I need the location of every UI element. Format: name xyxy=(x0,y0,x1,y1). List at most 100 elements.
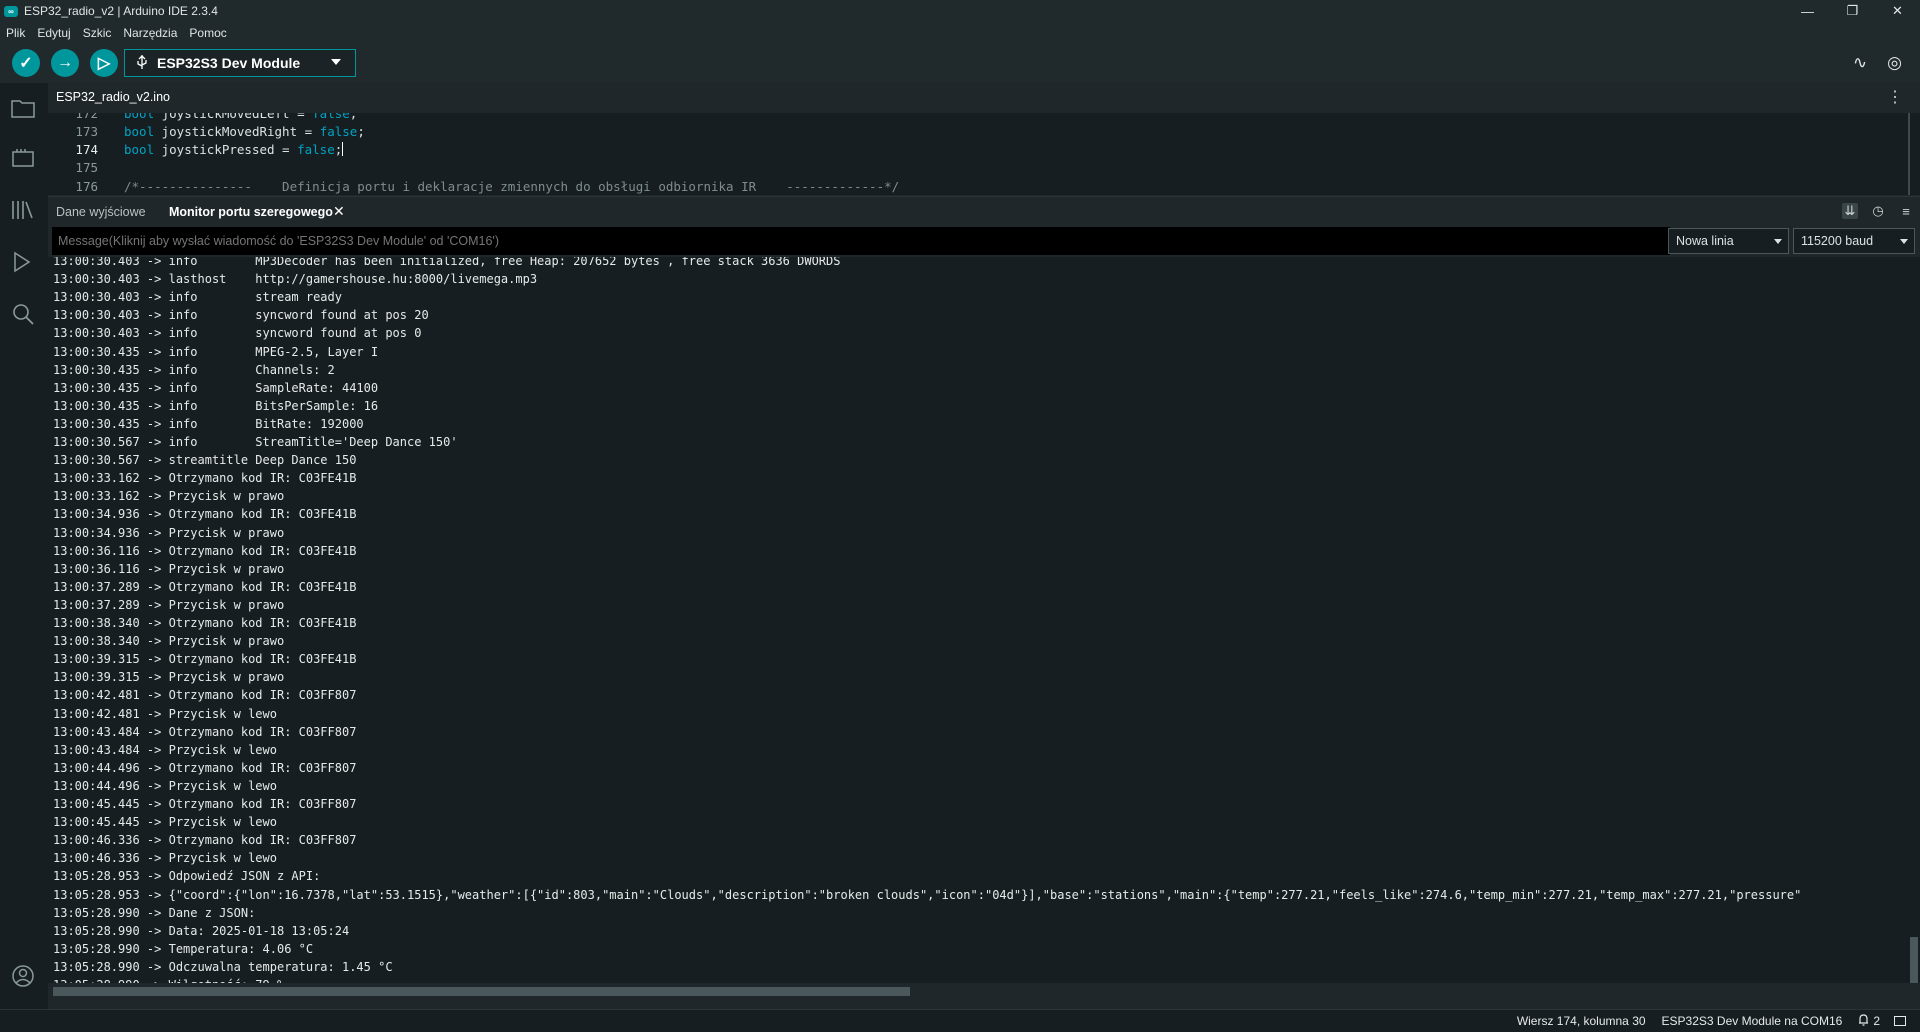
close-icon[interactable]: ✕ xyxy=(333,203,345,220)
code-text: ; xyxy=(349,113,358,121)
log-line: 13:05:28.990 -> Dane z JSON: xyxy=(53,905,256,920)
code-editor[interactable]: 172 bool joystickMovedLeft = false; 173 … xyxy=(48,113,1920,195)
line-number: 175 xyxy=(75,160,98,175)
vertical-scrollbar[interactable] xyxy=(1910,937,1918,983)
log-line: 13:00:38.340 -> Otrzymano kod IR: C03FE4… xyxy=(53,616,357,630)
log-line: 13:00:37.289 -> Otrzymano kod IR: C03FE4… xyxy=(53,579,357,594)
tab-serial-monitor[interactable]: Monitor portu szeregowego xyxy=(169,205,333,219)
more-actions-icon[interactable]: ⋮ xyxy=(1887,87,1904,107)
line-number: 172 xyxy=(75,113,98,121)
editor-scrollbar[interactable] xyxy=(1908,113,1910,195)
code-line: 176 /*--------------- Definicja portu i … xyxy=(48,179,1918,195)
log-line: 13:05:28.990 -> Odczuwalna temperatura: … xyxy=(53,959,393,974)
log-line: 13:00:33.162 -> Przycisk w prawo xyxy=(53,489,285,504)
folder-icon[interactable] xyxy=(10,95,36,121)
log-line: 13:00:46.336 -> Przycisk w lewo xyxy=(53,851,277,866)
log-line: 13:00:38.340 -> Przycisk w prawo xyxy=(53,634,285,649)
log-line: 13:00:30.435 -> info MPEG-2.5, Layer I xyxy=(53,344,379,359)
baud-rate-value: 115200 baud xyxy=(1801,234,1874,248)
menu-plik[interactable]: Plik xyxy=(6,26,25,40)
menu-bar: Plik Edytuj Szkic Narzędzia Pomoc xyxy=(0,22,1920,43)
code-line-current: 174 bool joystickPressed = false; xyxy=(48,142,1918,160)
code-line: 173 bool joystickMovedRight = false; xyxy=(48,124,1918,142)
activity-sidebar xyxy=(0,83,46,1009)
log-line: 13:05:28.990 -> Data: 2025-01-18 13:05:2… xyxy=(53,923,350,938)
toolbar: ✓ → ▷ ESP32S3 Dev Module ∿ ◎ xyxy=(0,43,1920,83)
log-line: 13:00:30.403 -> info stream ready xyxy=(53,290,342,305)
board-manager-icon[interactable] xyxy=(10,145,36,171)
debug-button[interactable]: ▷ xyxy=(90,49,118,77)
bottom-panel-tabs: Dane wyjściowe Monitor portu szeregowego… xyxy=(48,196,1920,224)
baud-rate-select[interactable]: 115200 baud xyxy=(1793,228,1915,254)
keyword: bool xyxy=(124,142,155,157)
log-line: 13:00:30.403 -> lasthost http://gamersho… xyxy=(53,272,538,287)
code-text: joystickPressed = xyxy=(154,142,298,157)
account-icon[interactable] xyxy=(10,963,36,989)
usb-icon xyxy=(137,54,147,72)
board-selector[interactable]: ESP32S3 Dev Module xyxy=(124,49,356,77)
menu-edytuj[interactable]: Edytuj xyxy=(37,26,70,40)
terminal-icon[interactable] xyxy=(1894,1016,1906,1026)
title-bar: ∞ ESP32_radio_v2 | Arduino IDE 2.3.4 — ❐… xyxy=(0,0,1920,22)
log-line: 13:00:44.496 -> Otrzymano kod IR: C03FF8… xyxy=(53,760,357,775)
notifications-button[interactable]: 2 xyxy=(1858,1013,1880,1029)
serial-monitor-icon[interactable]: ◎ xyxy=(1887,53,1902,73)
serial-output[interactable]: 13:00:30.403 -> info MP3Decoder has been… xyxy=(48,257,1920,983)
log-line: 13:00:36.116 -> Przycisk w prawo xyxy=(53,561,285,576)
maximize-button[interactable]: ❐ xyxy=(1830,0,1875,22)
minimize-button[interactable]: — xyxy=(1785,0,1830,22)
log-line: 13:00:30.435 -> info Channels: 2 xyxy=(53,362,335,377)
keyword: false xyxy=(312,113,350,121)
clear-output-icon[interactable]: ≡ xyxy=(1898,203,1914,219)
verify-button[interactable]: ✓ xyxy=(12,49,40,77)
file-tab-bar: ESP32_radio_v2.ino ⋮ xyxy=(48,83,1920,113)
file-tab-main[interactable]: ESP32_radio_v2.ino xyxy=(56,90,170,104)
close-button[interactable]: ✕ xyxy=(1875,0,1920,22)
keyword: bool xyxy=(124,124,155,139)
log-line: 13:00:37.289 -> Przycisk w prawo xyxy=(53,597,285,612)
serial-message-input[interactable] xyxy=(52,227,1670,255)
log-line: 13:05:28.953 -> Odpowiedź JSON z API: xyxy=(53,869,321,884)
serial-message-bar: Nowa linia 115200 baud xyxy=(48,227,1920,255)
menu-szkic[interactable]: Szkic xyxy=(83,26,112,40)
upload-button[interactable]: → xyxy=(51,49,79,77)
log-line: 13:00:30.435 -> info BitRate: 192000 xyxy=(53,416,364,431)
library-icon[interactable] xyxy=(10,197,36,223)
board-port-status[interactable]: ESP32S3 Dev Module na COM16 xyxy=(1662,1014,1843,1028)
bell-icon xyxy=(1858,1013,1869,1029)
timestamp-icon[interactable]: ◷ xyxy=(1870,203,1886,219)
keyword: false xyxy=(297,142,335,157)
log-line: 13:00:42.481 -> Otrzymano kod IR: C03FF8… xyxy=(53,688,357,703)
search-icon[interactable] xyxy=(10,301,36,327)
serial-plotter-icon[interactable]: ∿ xyxy=(1853,53,1867,73)
log-line: 13:00:39.315 -> Przycisk w prawo xyxy=(53,670,285,685)
arrow-right-icon: → xyxy=(57,54,73,71)
keyword: bool xyxy=(124,113,155,121)
window-title: ESP32_radio_v2 | Arduino IDE 2.3.4 xyxy=(24,4,218,18)
arduino-logo-icon: ∞ xyxy=(4,5,18,17)
log-line: 13:00:34.936 -> Przycisk w prawo xyxy=(53,525,285,540)
log-line: 13:00:30.403 -> info MP3Decoder has been… xyxy=(53,257,841,268)
line-number: 176 xyxy=(75,179,98,194)
log-line: 13:05:28.990 -> Temperatura: 4.06 °C xyxy=(53,941,314,956)
log-line: 13:00:30.435 -> info BitsPerSample: 16 xyxy=(53,398,379,413)
autoscroll-icon[interactable]: ⇊ xyxy=(1842,203,1858,219)
log-line: 13:00:30.567 -> info StreamTitle='Deep D… xyxy=(53,435,458,449)
debug-icon[interactable] xyxy=(10,249,36,275)
log-line: 13:00:45.445 -> Otrzymano kod IR: C03FF8… xyxy=(53,797,357,811)
log-line: 13:00:43.484 -> Przycisk w lewo xyxy=(53,742,277,757)
text-cursor xyxy=(342,142,344,156)
log-line: 13:00:42.481 -> Przycisk w lewo xyxy=(53,706,277,721)
code-line: 175 xyxy=(48,160,1918,178)
cursor-position[interactable]: Wiersz 174, kolumna 30 xyxy=(1517,1014,1646,1028)
keyword: false xyxy=(319,124,358,139)
menu-narzedzia[interactable]: Narzędzia xyxy=(123,26,177,40)
debug-play-icon: ▷ xyxy=(97,55,111,72)
tab-output[interactable]: Dane wyjściowe xyxy=(56,205,146,219)
menu-pomoc[interactable]: Pomoc xyxy=(189,26,226,40)
code-line: 172 bool joystickMovedLeft = false; xyxy=(48,113,1918,124)
log-line: 13:00:33.162 -> Otrzymano kod IR: C03FE4… xyxy=(53,471,357,486)
horizontal-scrollbar[interactable] xyxy=(53,987,910,996)
log-line: 13:00:30.567 -> streamtitle Deep Dance 1… xyxy=(53,453,357,468)
line-ending-select[interactable]: Nowa linia xyxy=(1668,228,1789,254)
